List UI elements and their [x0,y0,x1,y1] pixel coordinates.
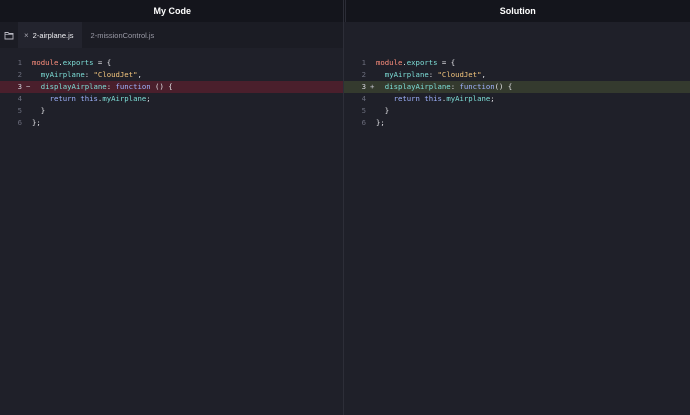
code-token: return [393,94,420,103]
code-token: module [376,58,403,67]
code-text: displayAirplane: function () { [32,81,343,93]
code-token: }; [376,118,385,127]
code-text: } [32,105,343,117]
pane-divider [343,0,344,415]
code-token: } [376,106,390,115]
code-token: myAirplane [40,70,85,79]
code-text: }; [376,117,690,129]
close-icon[interactable]: × [24,31,29,40]
my-code-lines: 1 module.exports = {2 myAirplane: "CloudJ… [0,57,343,129]
code-token: myAirplane [384,70,429,79]
line-number: 5 [17,106,22,115]
diff-header: My Code Solution [0,0,690,22]
code-token: displayAirplane [40,82,107,91]
code-text: displayAirplane: function() { [376,81,690,93]
code-token: () { [494,82,513,91]
code-token: , [481,70,486,79]
code-line: 1 module.exports = { [0,57,343,69]
code-token: myAirplane [102,94,147,103]
line-number: 5 [361,106,366,115]
code-token: = { [437,58,456,67]
code-text: myAirplane: "CloudJet", [32,69,343,81]
my-code-header: My Code [0,0,346,22]
tab-2-missioncontrol[interactable]: 2-missionControl.js [82,22,164,48]
code-token: this [424,94,442,103]
code-token: function [459,82,495,91]
line-number: 4 [361,94,366,103]
code-text: } [376,105,690,117]
solution-header: Solution [499,6,536,16]
code-text: module.exports = { [376,57,690,69]
line-number: 3 [361,82,366,91]
line-number: 2 [17,70,22,79]
code-text: return this.myAirplane; [376,93,690,105]
line-number: 3 [17,82,22,91]
code-token: exports [406,58,438,67]
tab-2-airplane[interactable]: × 2-airplane.js [18,22,82,48]
tab-label: 2-missionControl.js [90,30,155,40]
code-line: 5 } [0,105,343,117]
code-token: "CloudJet" [437,70,482,79]
code-token: = { [93,58,112,67]
code-token: : [450,82,460,91]
code-token: module [32,58,59,67]
code-token: } [32,106,46,115]
folder-icon[interactable] [0,22,18,48]
code-token: exports [62,58,94,67]
line-number: 2 [361,70,366,79]
code-token: function [115,82,151,91]
code-line: 3 + displayAirplane: function() { [344,81,690,93]
my-code-editor[interactable]: 1 module.exports = {2 myAirplane: "CloudJ… [0,48,343,415]
code-token: displayAirplane [384,82,451,91]
line-number: 4 [17,94,22,103]
code-text: return this.myAirplane; [32,93,343,105]
code-line: 6}; [344,117,690,129]
code-line: 2 myAirplane: "CloudJet", [0,69,343,81]
code-token: myAirplane [446,94,491,103]
line-number: 6 [17,118,22,127]
code-line: 2 myAirplane: "CloudJet", [344,69,690,81]
code-token: : [428,70,438,79]
code-token: : [84,70,94,79]
code-token: , [137,70,142,79]
code-token: : [106,82,116,91]
code-token: "CloudJet" [93,70,138,79]
code-token: return [49,94,76,103]
code-text: myAirplane: "CloudJet", [376,69,690,81]
code-token: }; [32,118,41,127]
line-number: 1 [17,58,22,67]
code-text: module.exports = { [32,57,343,69]
file-tab-bar: × 2-airplane.js 2-missionControl.js [0,22,343,48]
code-line: 5 } [344,105,690,117]
code-line: 1 module.exports = { [344,57,690,69]
code-line: 3− displayAirplane: function () { [0,81,343,93]
line-number: 6 [361,118,366,127]
code-line: 4 return this.myAirplane; [344,93,690,105]
code-line: 6}; [0,117,343,129]
code-token: ; [490,94,495,103]
line-number: 1 [361,58,366,67]
code-token: ; [146,94,151,103]
tab-label: 2-airplane.js [32,30,74,40]
code-line: 4 return this.myAirplane; [0,93,343,105]
code-token: this [80,94,98,103]
solution-tab-bar [344,22,690,48]
code-token: () { [150,82,173,91]
solution-editor: 1 module.exports = {2 myAirplane: "CloudJ… [344,48,690,415]
solution-code-lines: 1 module.exports = {2 myAirplane: "CloudJ… [344,57,690,129]
code-text: }; [32,117,343,129]
